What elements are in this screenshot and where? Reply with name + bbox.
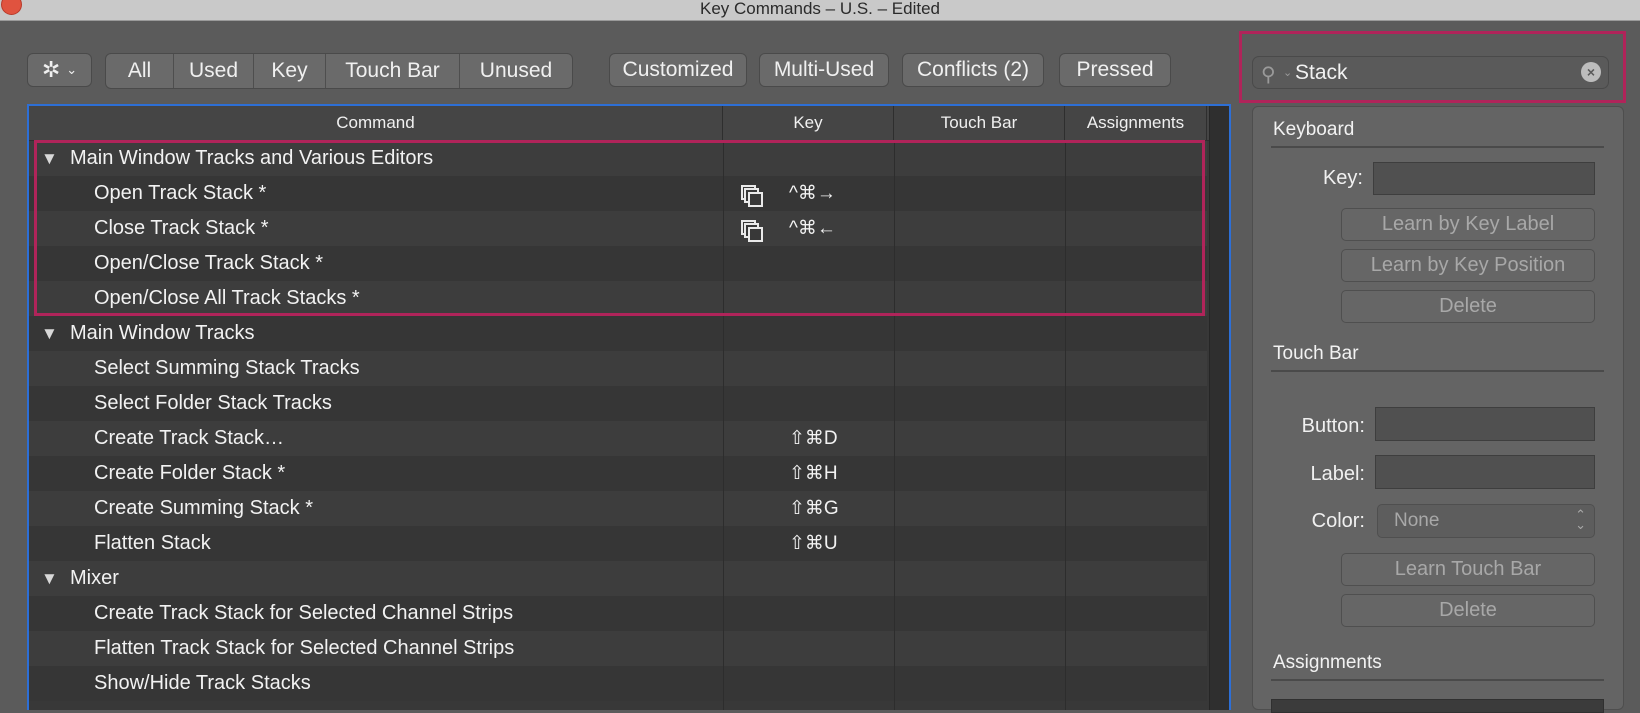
rows-highlight-frame (34, 140, 1205, 316)
touch-bar-delete-button[interactable]: Delete (1341, 594, 1595, 627)
learn-by-key-label-button[interactable]: Learn by Key Label (1341, 208, 1595, 241)
command-label: Show/Hide Track Stacks (94, 672, 311, 694)
key-label: Key: (1322, 167, 1363, 189)
chevron-down-icon: ⌄ (1283, 67, 1293, 79)
table-row[interactable]: Create Track Stack… ⇧⌘D (29, 421, 1207, 456)
touch-bar-section-title: Touch Bar (1273, 343, 1359, 364)
column-key[interactable]: Key (723, 106, 894, 140)
conflicts-button[interactable]: Conflicts (2) (902, 53, 1044, 87)
keyboard-section-title: Keyboard (1273, 119, 1355, 140)
divider (1271, 146, 1604, 148)
filter-touch-bar[interactable]: Touch Bar (326, 54, 460, 88)
command-label: Select Summing Stack Tracks (94, 357, 360, 379)
learn-touch-bar-button[interactable]: Learn Touch Bar (1341, 553, 1595, 586)
table-row[interactable]: Show/Hide Track Stacks (29, 666, 1207, 701)
key-value: ⇧⌘G (789, 498, 839, 519)
table-row[interactable]: Flatten Track Stack for Selected Channel… (29, 631, 1207, 666)
button-label: Button: (1301, 415, 1365, 437)
group-label: Main Window Tracks (70, 322, 255, 344)
command-label: Create Track Stack for Selected Channel … (94, 602, 514, 624)
label-label: Label: (1310, 463, 1366, 485)
disclosure-triangle-icon[interactable]: ▼ (41, 316, 58, 351)
command-label: Select Folder Stack Tracks (94, 392, 332, 414)
table-row[interactable]: Select Folder Stack Tracks (29, 386, 1207, 421)
learn-by-key-position-button[interactable]: Learn by Key Position (1341, 249, 1595, 282)
divider (1271, 679, 1604, 681)
pressed-button[interactable]: Pressed (1059, 53, 1171, 87)
group-row[interactable]: ▼ Mixer (29, 561, 1207, 596)
key-value: ⇧⌘H (789, 463, 838, 484)
column-command[interactable]: Command (29, 106, 723, 140)
command-label: Create Track Stack… (94, 427, 285, 449)
group-row[interactable]: ▼ Main Window Tracks (29, 316, 1207, 351)
command-label: Create Folder Stack * (94, 462, 286, 484)
command-label: Flatten Stack (94, 532, 211, 554)
gear-icon: ✲ (41, 57, 61, 82)
button-field[interactable] (1375, 407, 1595, 441)
table-row[interactable]: Select Summing Stack Tracks (29, 351, 1207, 386)
customized-button[interactable]: Customized (609, 53, 747, 87)
group-label: Mixer (70, 567, 119, 589)
key-field[interactable] (1373, 162, 1595, 195)
search-input[interactable]: Stack (1295, 57, 1348, 88)
search-field[interactable]: ⚲ ⌄ Stack × (1252, 56, 1609, 89)
updown-chevron-icon: ⌃ ⌄ (1575, 507, 1586, 532)
filter-key[interactable]: Key (254, 54, 326, 88)
key-value: ⇧⌘D (789, 428, 838, 449)
filter-segmented-control: All Used Key Touch Bar Unused (105, 53, 573, 89)
filter-all[interactable]: All (106, 54, 174, 88)
table-row[interactable]: Create Summing Stack * ⇧⌘G (29, 491, 1207, 526)
color-select[interactable]: None ⌃ ⌄ (1377, 504, 1595, 538)
filter-unused[interactable]: Unused (460, 54, 572, 88)
divider (1271, 370, 1604, 372)
keyboard-delete-button[interactable]: Delete (1341, 290, 1595, 323)
table-row[interactable]: Create Folder Stack * ⇧⌘H (29, 456, 1207, 491)
color-select-value: None (1394, 510, 1440, 531)
color-label: Color: (1311, 510, 1365, 532)
key-value: ⇧⌘U (789, 533, 838, 554)
command-label: Flatten Track Stack for Selected Channel… (94, 637, 515, 659)
inspector-panel: Keyboard Key: Learn by Key Label Learn b… (1252, 106, 1624, 713)
title-bar: Key Commands – U.S. – Edited (0, 0, 1640, 21)
filter-used[interactable]: Used (174, 54, 254, 88)
clear-search-icon[interactable]: × (1581, 62, 1601, 82)
action-menu-button[interactable]: ✲ ⌄ (27, 53, 92, 87)
disclosure-triangle-icon[interactable]: ▼ (41, 561, 58, 596)
column-assignments[interactable]: Assignments (1065, 106, 1207, 140)
label-field[interactable] (1375, 455, 1595, 489)
table-header: Command Key Touch Bar Assignments (29, 106, 1209, 141)
chevron-down-icon: ⌄ (66, 62, 78, 77)
column-touch-bar[interactable]: Touch Bar (894, 106, 1065, 140)
table-scrollbar[interactable] (1209, 106, 1229, 710)
command-label: Create Summing Stack * (94, 497, 313, 519)
multi-used-button[interactable]: Multi-Used (759, 53, 889, 87)
table-row[interactable]: Create Track Stack for Selected Channel … (29, 596, 1207, 631)
assignments-list[interactable] (1271, 699, 1604, 713)
table-row[interactable]: Flatten Stack ⇧⌘U (29, 526, 1207, 561)
assignments-section-title: Assignments (1273, 652, 1382, 673)
search-icon: ⚲ (1261, 64, 1276, 86)
window-title: Key Commands – U.S. – Edited (699, 0, 940, 18)
